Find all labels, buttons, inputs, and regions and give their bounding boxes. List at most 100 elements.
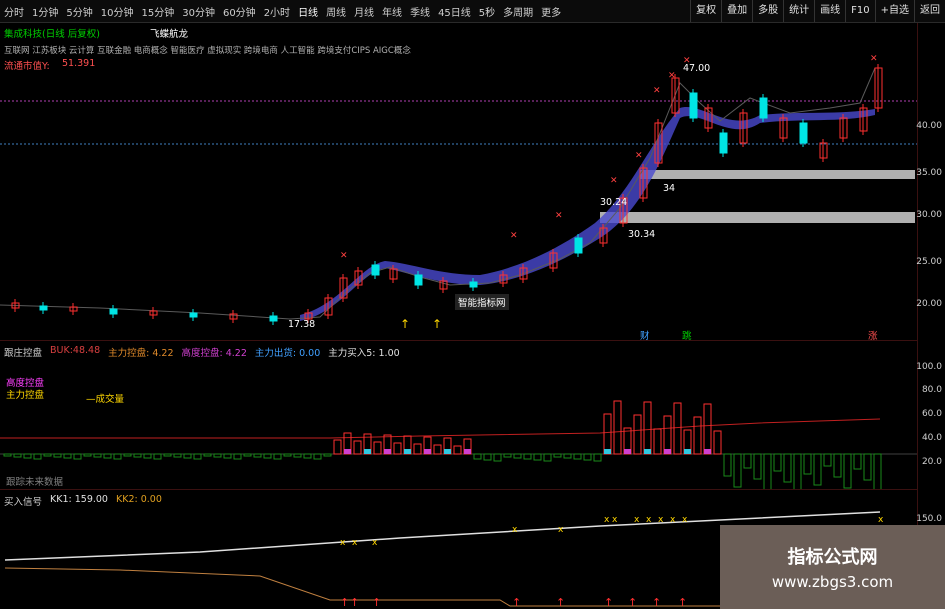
price-label-mid: 34 (663, 183, 676, 194)
buy-signal-icon: x (512, 525, 518, 535)
volume-bar (583, 453, 592, 461)
resistance-box (600, 212, 915, 223)
period-tab[interactable]: 多周期 (503, 4, 533, 19)
period-tab[interactable]: 5秒 (479, 4, 495, 19)
control-bar (664, 449, 671, 454)
volume-bar (173, 453, 182, 458)
right-toolbar: 复权 叠加 多股 统计 画线 F10 +自选 返回 (690, 0, 945, 22)
volume-bar (3, 453, 12, 457)
arrow-up-icon: ↑ (628, 596, 637, 609)
period-tab[interactable]: 月线 (354, 4, 374, 19)
toolbar-button[interactable]: 画线 (814, 0, 845, 22)
candle-body (414, 274, 423, 286)
resistance-box (640, 170, 915, 179)
buy-signal-icon: x (646, 515, 652, 525)
arrow-up-icon: ↑ (556, 596, 565, 609)
toolbar-button[interactable]: 复权 (690, 0, 721, 22)
axis-tick-label: 20.00 (916, 299, 942, 309)
control-bar (384, 449, 391, 454)
volume-bar (133, 453, 142, 458)
signal-marker-icon: ✕ (555, 211, 563, 221)
candle-body (469, 281, 478, 288)
volume-bar (123, 453, 132, 457)
signal-marker-icon: ✕ (653, 86, 661, 96)
volume-bar (293, 453, 302, 458)
axis-tick-label: 30.00 (916, 210, 942, 220)
period-tab[interactable]: 分时 (4, 4, 24, 19)
price-chart: ✕✕✕✕✕✕✕✕ ✕↑ ↑ (0, 54, 918, 331)
toolbar-button[interactable]: F10 (845, 0, 874, 22)
period-tab[interactable]: 30分钟 (182, 4, 215, 19)
volume-bar (143, 453, 152, 459)
control-bar (624, 449, 631, 454)
volume-bar (223, 453, 232, 459)
buy-signal-icon: x (670, 515, 676, 525)
period-tab[interactable]: 45日线 (438, 4, 471, 19)
toolbar-button[interactable]: 统计 (783, 0, 814, 22)
axis-tick-label: 100.0 (916, 362, 942, 372)
volume-bar (313, 453, 322, 460)
volume-bar (253, 453, 262, 458)
watermark-title: 指标公式网 (787, 547, 878, 568)
period-tab[interactable]: 10分钟 (101, 4, 134, 19)
toolbar-button[interactable]: 多股 (752, 0, 783, 22)
volume-bar (543, 453, 552, 462)
control-bar (344, 449, 351, 454)
buy-signal-icon: x (372, 538, 378, 548)
volume-bar (213, 453, 222, 458)
volume-bar (483, 453, 492, 461)
period-tab[interactable]: 5分钟 (66, 4, 92, 19)
volume-bar (843, 453, 852, 489)
watermark: 指标公式网 www.zbgs3.com (720, 525, 945, 609)
signal-marker-icon: ✕ (870, 54, 878, 64)
volume-bar (283, 453, 292, 457)
axis-tick-label: 40.00 (916, 121, 942, 131)
volume-bar (533, 453, 542, 461)
period-tab[interactable]: 2小时 (264, 4, 290, 19)
volume-bar (33, 453, 42, 460)
period-tab[interactable]: 日线 (298, 4, 318, 19)
volume-bar (203, 453, 212, 457)
price-panel: 集成科技(日线 后复权) 飞蝶航龙 互联网 江苏板块 云计算 互联金融 电商概念… (0, 23, 918, 342)
volume-bar (563, 453, 572, 459)
axis-tick-label: 40.0 (921, 433, 942, 443)
arrow-up-icon: ↑ (350, 596, 359, 609)
signal-marker-icon: ✕ (340, 251, 348, 261)
volume-bar (153, 453, 162, 460)
period-tab[interactable]: 季线 (410, 4, 430, 19)
marker-tiao: 跳 (682, 331, 692, 342)
period-tab[interactable]: 周线 (326, 4, 346, 19)
toolbar-button[interactable]: 叠加 (721, 0, 752, 22)
period-tab[interactable]: 60分钟 (223, 4, 256, 19)
volume-bar (873, 453, 882, 489)
volume-bar (433, 444, 442, 455)
volume-bar (783, 453, 792, 483)
price-axis: 40.00 35.00 30.00 25.00 20.00 (916, 23, 945, 340)
period-tab[interactable]: 15分钟 (141, 4, 174, 19)
volume-bar (53, 453, 62, 458)
toolbar-button[interactable]: +自选 (874, 0, 914, 22)
volume-bar (613, 400, 622, 455)
period-tab[interactable]: 1分钟 (32, 4, 58, 19)
volume-bar (853, 453, 862, 470)
buy-signal-icon: x (682, 515, 688, 525)
volume-bar (643, 401, 652, 455)
candle-body (109, 308, 118, 315)
volume-bar (113, 453, 122, 460)
control-bar (364, 449, 371, 454)
signal-marker-icon: ✕ (510, 231, 518, 241)
volume-bar (743, 453, 752, 469)
volume-bar (763, 453, 772, 489)
buy-signal-icon: x (878, 515, 884, 525)
volume-bar (323, 453, 332, 457)
marker-zhang: 涨 (868, 331, 878, 342)
volume-bar (553, 453, 562, 458)
period-tab[interactable]: 更多 (541, 4, 561, 19)
period-tab[interactable]: 年线 (382, 4, 402, 19)
volume-bar (23, 453, 32, 459)
arrow-up-icon: ↑ (400, 317, 410, 331)
volume-bar (333, 439, 342, 455)
arrow-up-icon: ↑ (678, 596, 687, 609)
price-label-b: 30.34 (628, 229, 656, 240)
toolbar-button[interactable]: 返回 (914, 0, 945, 22)
